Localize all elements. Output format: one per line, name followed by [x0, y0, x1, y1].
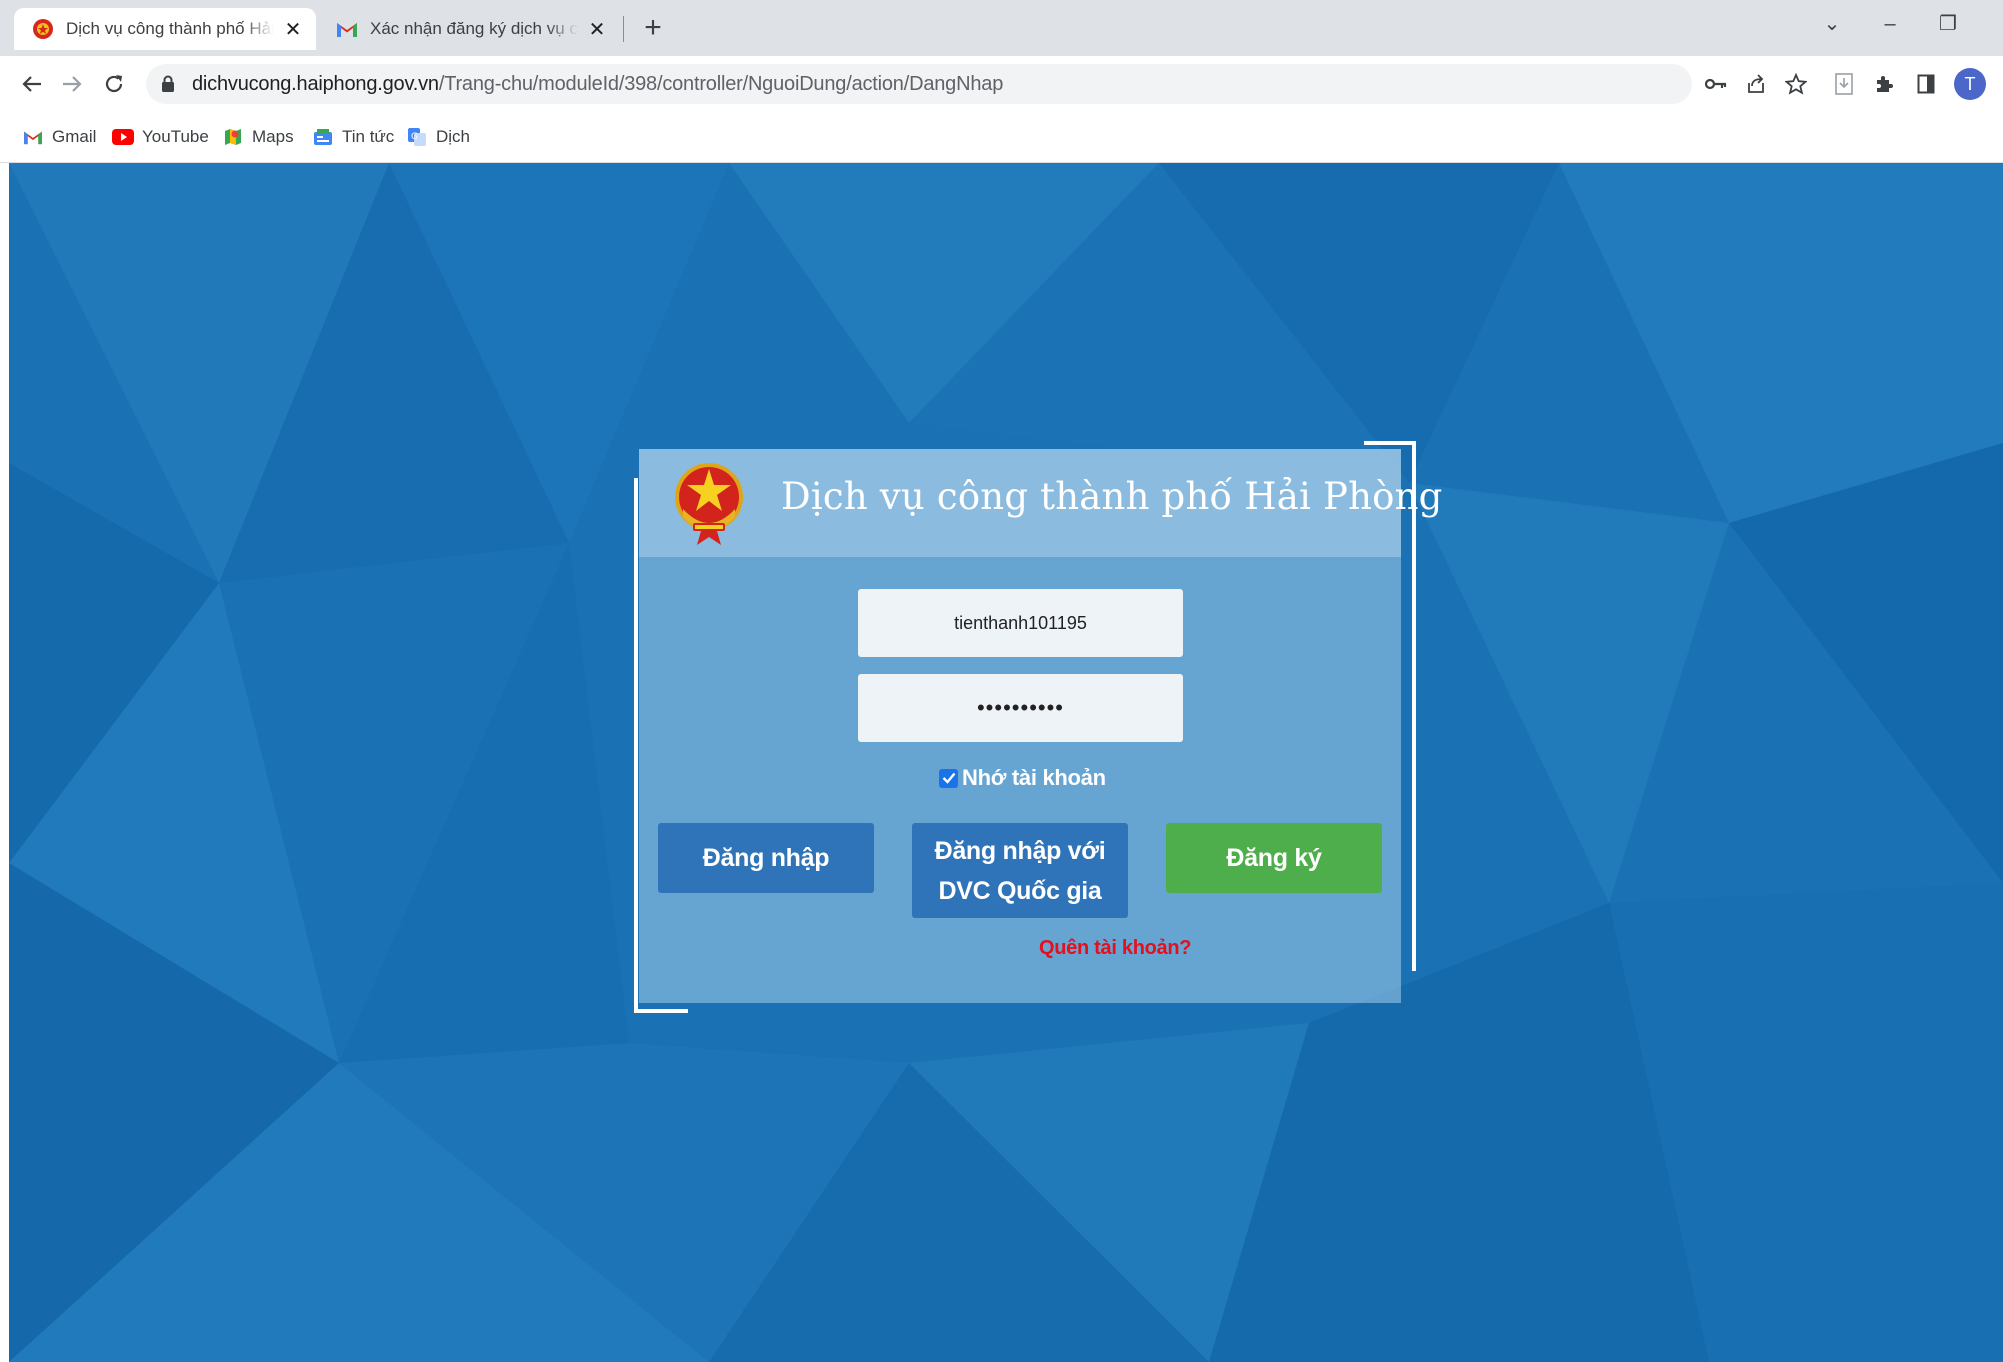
svg-text:G: G: [411, 132, 418, 142]
checkmark-icon: [942, 772, 955, 784]
tab-separator: [623, 16, 624, 42]
forward-icon[interactable]: [54, 66, 90, 102]
tab-title: Dịch vụ công thành phố Hải Phòng: [66, 19, 274, 38]
lock-icon[interactable]: [158, 74, 178, 94]
bookmark-maps[interactable]: Maps: [222, 122, 294, 152]
tab-dichvucong[interactable]: Dịch vụ công thành phố Hải Phòng ✕: [14, 8, 316, 50]
bookmark-label: Maps: [252, 127, 294, 146]
reload-icon[interactable]: [96, 66, 132, 102]
side-panel-icon[interactable]: [1910, 68, 1942, 100]
url-path: /Trang-chu/moduleId/398/controller/Nguoi…: [438, 72, 1004, 95]
news-icon: [312, 126, 334, 148]
profile-avatar[interactable]: T: [1954, 68, 1986, 100]
bookmark-label: Gmail: [52, 127, 97, 146]
download-icon[interactable]: [1828, 68, 1860, 100]
new-tab-button[interactable]: +: [638, 13, 668, 44]
browser-toolbar: dichvucong.haiphong.gov.vn/Trang-chu/mod…: [0, 56, 2003, 112]
page-background: Dịch vụ công thành phố Hải Phòng Nhớ tài…: [9, 163, 2003, 1362]
national-login-button[interactable]: Đăng nhập với DVC Quốc gia: [912, 823, 1128, 918]
login-panel: Dịch vụ công thành phố Hải Phòng Nhớ tài…: [639, 449, 1442, 1003]
password-key-icon[interactable]: [1700, 68, 1732, 100]
username-input[interactable]: [858, 589, 1183, 657]
tab-gmail-confirm[interactable]: Xác nhận đăng ký dịch vụ công trực tuyến…: [318, 8, 620, 50]
remember-label: Nhớ tài khoản: [962, 765, 1106, 790]
restore-icon[interactable]: ❐: [1928, 6, 1968, 42]
bookmark-label: Dịch: [436, 127, 471, 146]
extensions-icon[interactable]: [1868, 68, 1900, 100]
login-header: Dịch vụ công thành phố Hải Phòng: [639, 449, 1442, 557]
bookmark-label: Tin tức: [342, 127, 395, 146]
gmail-icon: [336, 18, 358, 40]
minimize-icon[interactable]: –: [1870, 6, 1910, 42]
register-button[interactable]: Đăng ký: [1166, 823, 1382, 893]
maps-icon: [222, 126, 244, 148]
close-tab-icon[interactable]: ✕: [586, 18, 608, 41]
translate-icon: G: [406, 126, 428, 148]
bookmark-label: YouTube: [142, 127, 209, 146]
bookmark-translate[interactable]: G Dịch: [406, 122, 470, 152]
back-icon[interactable]: [14, 66, 50, 102]
tab-title: Xác nhận đăng ký dịch vụ công trực tuyến: [370, 19, 578, 38]
url-host: dichvucong.haiphong.gov.vn: [192, 72, 439, 95]
gmail-icon: [22, 126, 44, 148]
login-title: Dịch vụ công thành phố Hải Phòng: [781, 475, 1443, 518]
login-button[interactable]: Đăng nhập: [658, 823, 874, 893]
forgot-account-link[interactable]: Quên tài khoản?: [1039, 937, 1199, 960]
password-input[interactable]: [858, 674, 1183, 742]
youtube-icon: [112, 126, 134, 148]
bookmark-gmail[interactable]: Gmail: [22, 122, 96, 152]
emblem-favicon-icon: [32, 18, 54, 40]
bookmarks-bar: Gmail YouTube Maps Tin tức G Dịch: [0, 112, 2003, 163]
tab-strip: Dịch vụ công thành phố Hải Phòng ✕ Xác n…: [0, 0, 2003, 57]
remember-account[interactable]: Nhớ tài khoản: [939, 765, 1106, 791]
address-bar[interactable]: dichvucong.haiphong.gov.vn/Trang-chu/mod…: [146, 64, 1692, 104]
bookmark-youtube[interactable]: YouTube: [112, 122, 209, 152]
share-icon[interactable]: [1740, 68, 1772, 100]
bookmark-star-icon[interactable]: [1780, 68, 1812, 100]
remember-checkbox[interactable]: [939, 768, 958, 788]
close-tab-icon[interactable]: ✕: [282, 18, 304, 41]
url-text: dichvucong.haiphong.gov.vn/Trang-chu/mod…: [192, 73, 1003, 96]
national-emblem-icon: [675, 463, 743, 545]
tab-search-icon[interactable]: ⌄: [1812, 6, 1852, 42]
bookmark-news[interactable]: Tin tức: [312, 122, 394, 152]
